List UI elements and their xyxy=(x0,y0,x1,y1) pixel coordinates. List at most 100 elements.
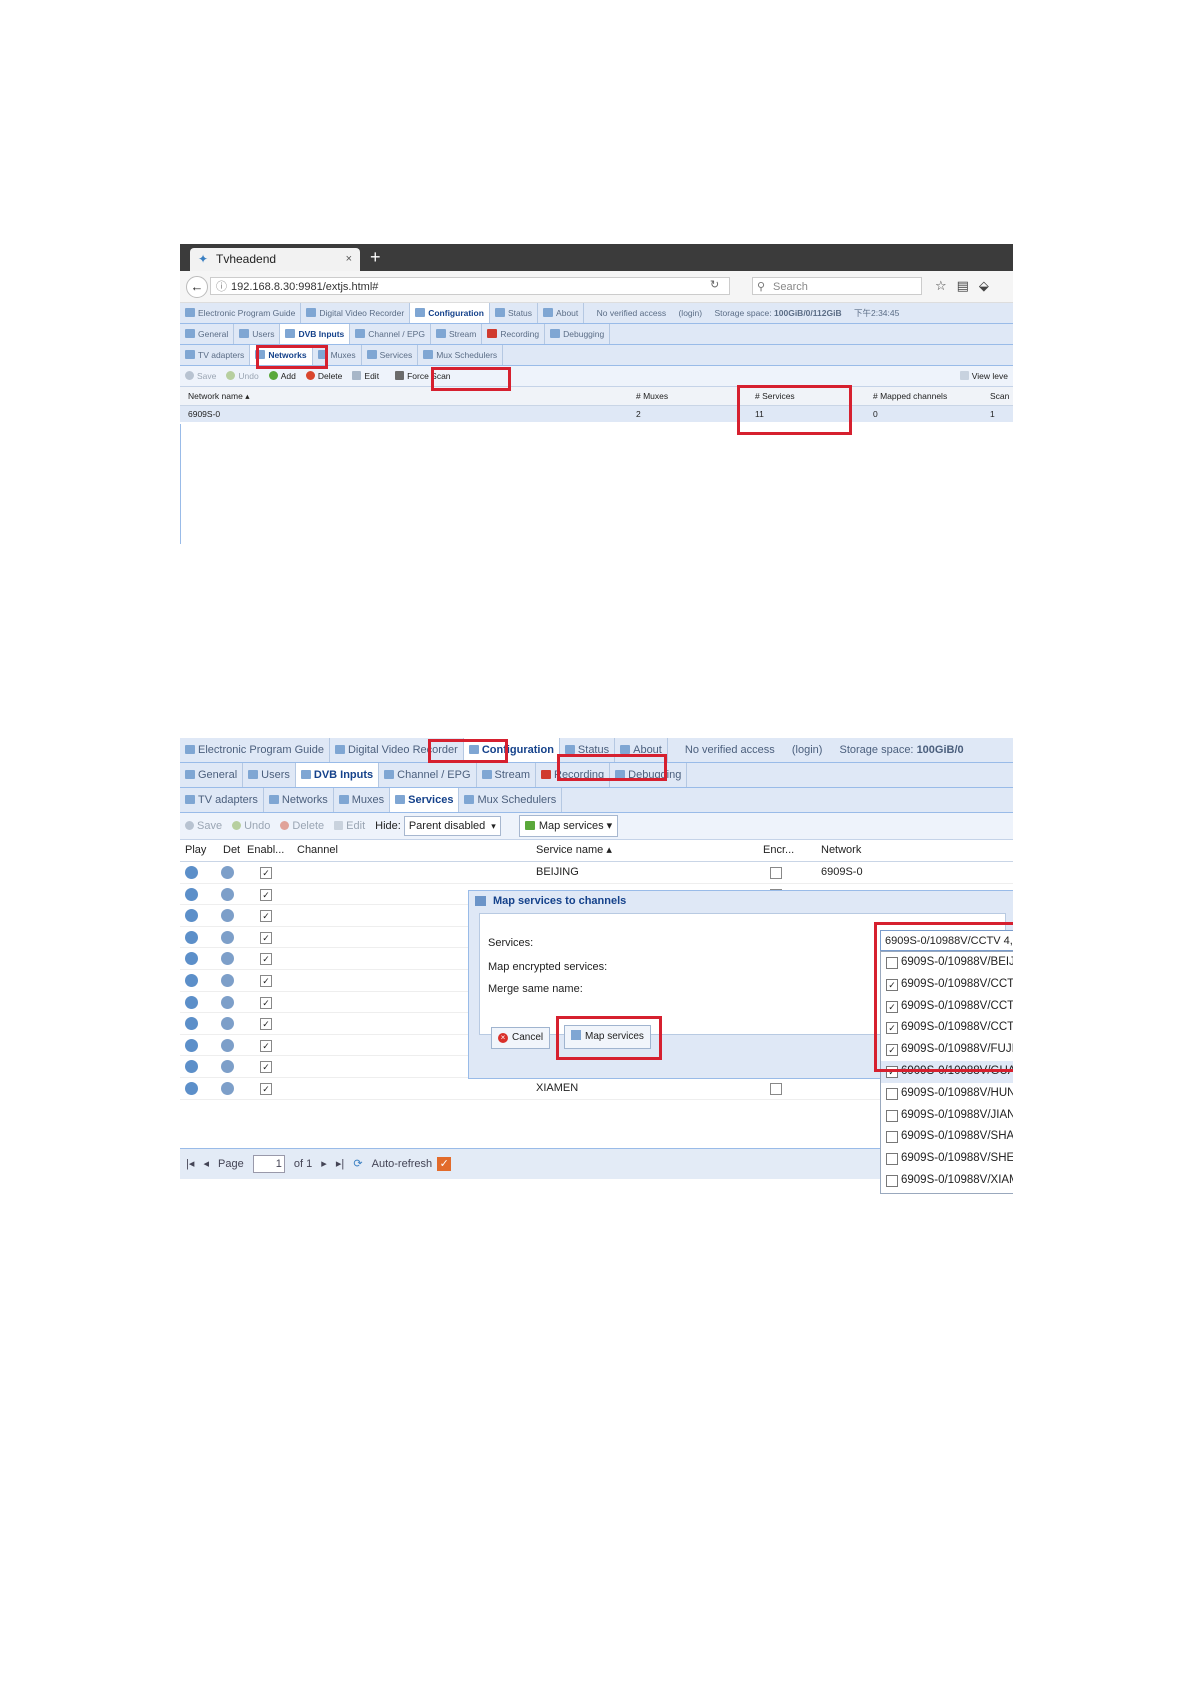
tab-users[interactable]: Users xyxy=(234,324,281,344)
tab-mux-schedulers[interactable]: Mux Schedulers xyxy=(459,788,563,812)
edit-button[interactable]: Edit xyxy=(347,366,384,386)
tab-muxes[interactable]: Muxes xyxy=(334,788,391,812)
tab-epg[interactable]: Electronic Program Guide xyxy=(180,303,302,323)
enabled-checkbox[interactable]: ✓ xyxy=(260,996,272,1009)
service-option[interactable]: ✓6909S-0/10988V/CCTV NEWS xyxy=(881,996,1013,1018)
play-icon[interactable] xyxy=(185,866,198,879)
tab-dvr[interactable]: Digital Video Recorder xyxy=(301,303,411,323)
force-scan-button[interactable]: Force Scan xyxy=(390,366,455,386)
tab-debugging[interactable]: Debugging xyxy=(545,324,611,344)
details-icon[interactable] xyxy=(221,1017,234,1031)
enabled-checkbox[interactable]: ✓ xyxy=(260,974,272,987)
tab-about[interactable]: About xyxy=(538,303,585,323)
tab-recording[interactable]: Recording xyxy=(482,324,546,344)
option-checkbox[interactable] xyxy=(886,1087,898,1100)
enabled-checkbox[interactable]: ✓ xyxy=(260,1061,272,1074)
enabled-checkbox[interactable]: ✓ xyxy=(260,888,272,901)
undo-button[interactable]: Undo xyxy=(221,366,263,386)
next-page-icon[interactable]: ▸ xyxy=(321,1149,327,1179)
page-input[interactable]: 1 xyxy=(252,1155,285,1174)
option-checkbox[interactable] xyxy=(886,957,898,969)
tab-mux-schedulers[interactable]: Mux Schedulers xyxy=(418,345,504,365)
cancel-button[interactable]: × Cancel xyxy=(491,1027,551,1049)
tab-status[interactable]: Status xyxy=(560,738,616,762)
save-button[interactable]: Save xyxy=(180,366,221,386)
edit-button[interactable]: Edit xyxy=(329,813,370,839)
prev-page-icon[interactable]: ◂ xyxy=(203,1149,209,1179)
option-checkbox[interactable]: ✓ xyxy=(886,1022,898,1035)
service-option[interactable]: 6909S-0/10988V/XIAMEN xyxy=(881,1170,1013,1192)
details-icon[interactable] xyxy=(221,952,234,966)
reload-icon[interactable]: ↻ xyxy=(710,278,719,291)
tab-dvb-inputs[interactable]: DVB Inputs xyxy=(280,324,351,344)
play-icon[interactable] xyxy=(185,952,198,966)
enabled-checkbox[interactable]: ✓ xyxy=(260,1018,272,1031)
tab-general[interactable]: General xyxy=(180,763,244,787)
tab-recording[interactable]: Recording xyxy=(536,763,611,787)
col-play[interactable]: Play xyxy=(185,840,206,861)
tab-dvb-inputs[interactable]: DVB Inputs xyxy=(295,763,380,787)
tab-channel-epg[interactable]: Channel / EPG xyxy=(379,763,477,787)
browser-tab[interactable]: ✦ Tvheadend × xyxy=(190,248,360,271)
details-icon[interactable] xyxy=(221,1081,234,1095)
option-checkbox[interactable] xyxy=(886,1153,898,1166)
col-muxes[interactable]: # Muxes xyxy=(636,387,668,405)
tab-services[interactable]: Services xyxy=(362,345,419,365)
refresh-icon[interactable]: ⟳ xyxy=(353,1149,362,1179)
details-icon[interactable] xyxy=(221,1060,234,1074)
option-checkbox[interactable]: ✓ xyxy=(886,978,898,991)
details-icon[interactable] xyxy=(221,973,234,987)
col-channel[interactable]: Channel xyxy=(297,840,338,861)
option-checkbox[interactable]: ✓ xyxy=(886,1065,898,1078)
col-encrypted[interactable]: Encr... xyxy=(763,840,794,861)
col-details[interactable]: Det xyxy=(223,840,240,861)
first-page-icon[interactable]: |◂ xyxy=(186,1149,194,1179)
add-button[interactable]: Add xyxy=(264,366,301,386)
enabled-checkbox[interactable]: ✓ xyxy=(260,867,272,879)
tab-tv-adapters[interactable]: TV adapters xyxy=(180,345,251,365)
play-icon[interactable] xyxy=(185,909,198,923)
tab-general[interactable]: General xyxy=(180,324,235,344)
play-icon[interactable] xyxy=(185,887,198,901)
tab-tv-adapters[interactable]: TV adapters xyxy=(180,788,264,812)
close-tab-icon[interactable]: × xyxy=(346,248,352,271)
option-checkbox[interactable]: ✓ xyxy=(886,1044,898,1057)
details-icon[interactable] xyxy=(221,909,234,923)
option-checkbox[interactable] xyxy=(886,1131,898,1144)
details-icon[interactable] xyxy=(221,1038,234,1052)
tab-networks[interactable]: Networks xyxy=(264,788,334,812)
enabled-checkbox[interactable]: ✓ xyxy=(260,931,272,944)
col-network[interactable]: Network xyxy=(821,840,861,861)
tab-services[interactable]: Services xyxy=(390,788,460,812)
play-icon[interactable] xyxy=(185,1038,198,1052)
tab-status[interactable]: Status xyxy=(490,303,539,323)
enabled-checkbox[interactable]: ✓ xyxy=(260,910,272,923)
play-icon[interactable] xyxy=(185,973,198,987)
table-row[interactable]: ✓ BEIJING 6909S-0 xyxy=(180,862,1013,884)
tab-users[interactable]: Users xyxy=(243,763,296,787)
browser-toolbar-icons[interactable]: ☆▤⬙ xyxy=(935,278,999,294)
play-icon[interactable] xyxy=(185,1017,198,1031)
login-link[interactable]: (login) xyxy=(678,308,702,318)
tab-configuration[interactable]: Configuration xyxy=(463,738,560,762)
view-level-button[interactable]: View leve xyxy=(955,366,1013,386)
enabled-checkbox[interactable]: ✓ xyxy=(260,1082,272,1095)
tab-about[interactable]: About xyxy=(615,738,668,762)
service-option[interactable]: ✓6909S-0/10988V/FUJIAN xyxy=(881,1039,1013,1061)
enabled-checkbox[interactable]: ✓ xyxy=(260,1039,272,1052)
service-option[interactable]: 6909S-0/10988V/SHENZHEN xyxy=(881,1148,1013,1170)
tab-networks[interactable]: Networks xyxy=(250,345,313,365)
last-page-icon[interactable]: ▸| xyxy=(336,1149,344,1179)
service-option[interactable]: 6909S-0/10988V/BEIJING xyxy=(881,952,1013,974)
option-checkbox[interactable] xyxy=(886,1109,898,1122)
hide-select[interactable]: Parent disabled ▾ xyxy=(403,816,501,837)
service-option[interactable]: ✓6909S-0/10988V/CCTV 4 xyxy=(881,974,1013,996)
col-enabled[interactable]: Enabl... xyxy=(247,840,284,861)
details-icon[interactable] xyxy=(221,866,234,879)
save-button[interactable]: Save xyxy=(180,813,227,839)
col-services[interactable]: # Services xyxy=(755,387,795,405)
col-network-name[interactable]: Network name ▴ xyxy=(188,387,249,405)
play-icon[interactable] xyxy=(185,1060,198,1074)
service-option[interactable]: ✓6909S-0/10988V/CCTV OPERA xyxy=(881,1017,1013,1039)
service-option[interactable]: 6909S-0/10988V/SHANGHAI xyxy=(881,1126,1013,1148)
